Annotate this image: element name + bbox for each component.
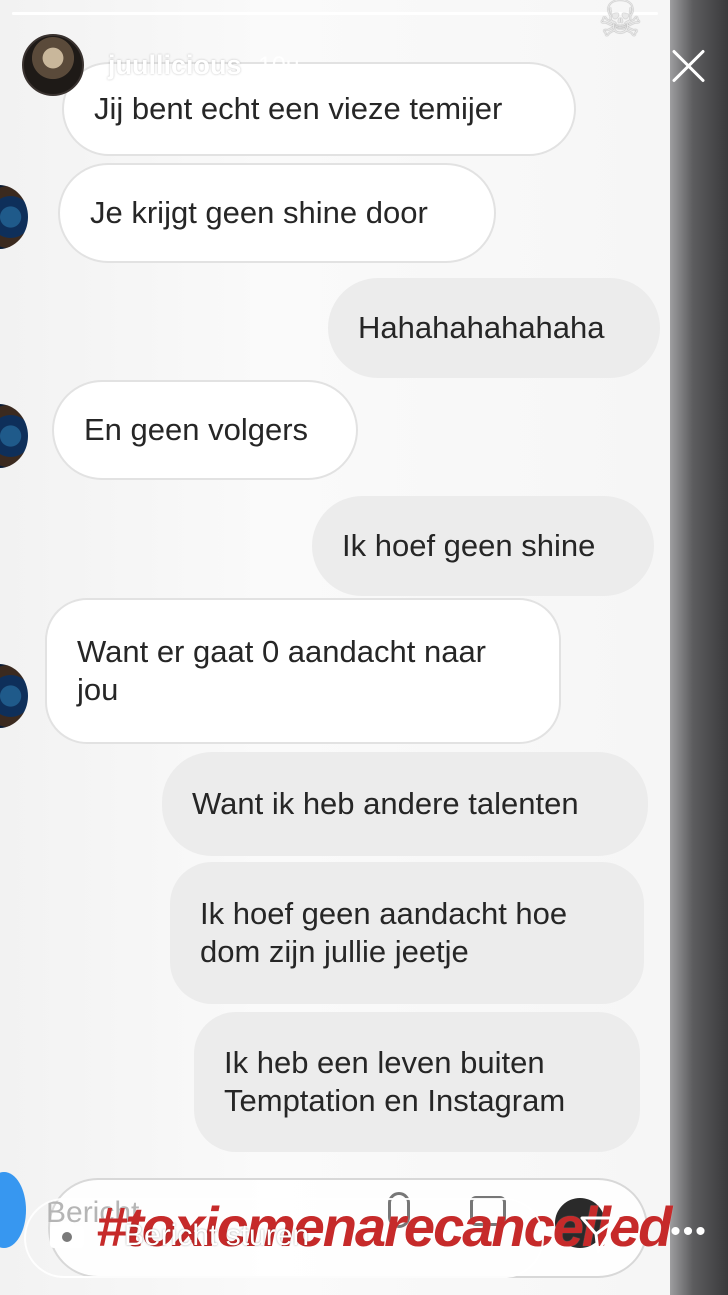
close-icon[interactable] [668,46,708,86]
story-edge [670,0,728,1295]
message-text: Je krijgt geen shine door [90,195,428,230]
message-bubble-outgoing: Want ik heb andere talenten [162,752,648,856]
story-header: juullicious 10u [22,34,702,96]
message-bubble-incoming: Je krijgt geen shine door [58,163,496,263]
story-username[interactable]: juullicious [108,50,242,81]
message-bubble-incoming: En geen volgers [52,380,358,480]
message-text: Ik heb een leven buiten Temptation en In… [224,1045,566,1118]
sender-avatar [0,185,28,249]
message-text: Want er gaat 0 aandacht naar jou [77,634,487,707]
story-timestamp: 10u [258,52,300,80]
message-text: Ik hoef geen shine [342,528,596,563]
story-avatar[interactable] [22,34,84,96]
message-text: Want ik heb andere talenten [192,786,579,821]
message-bubble-incoming: Want er gaat 0 aandacht naar jou [45,598,561,744]
screenshot-content: ☠ Jij bent echt een vieze temijer Je kri… [0,0,670,1295]
message-text: Hahahahahahaha [358,310,605,345]
message-text: En geen volgers [84,412,309,447]
story-progress-fill [12,12,658,15]
message-text: Ik hoef geen aandacht hoe dom zijn julli… [200,896,568,969]
camera-icon[interactable] [50,1220,84,1248]
message-bubble-outgoing: Hahahahahahaha [328,278,660,378]
sender-avatar [0,404,28,468]
sender-avatar [0,664,28,728]
composer-camera-button [0,1172,26,1248]
story-progress-bar [12,12,658,15]
more-icon[interactable]: ••• [664,1212,714,1252]
send-icon[interactable] [578,1212,622,1256]
reply-placeholder: Bericht sturen [124,1219,310,1252]
message-bubble-outgoing: Ik hoef geen aandacht hoe dom zijn julli… [170,862,644,1004]
message-bubble-outgoing: Ik heb een leven buiten Temptation en In… [194,1012,640,1152]
message-bubble-outgoing: Ik hoef geen shine [312,496,654,596]
